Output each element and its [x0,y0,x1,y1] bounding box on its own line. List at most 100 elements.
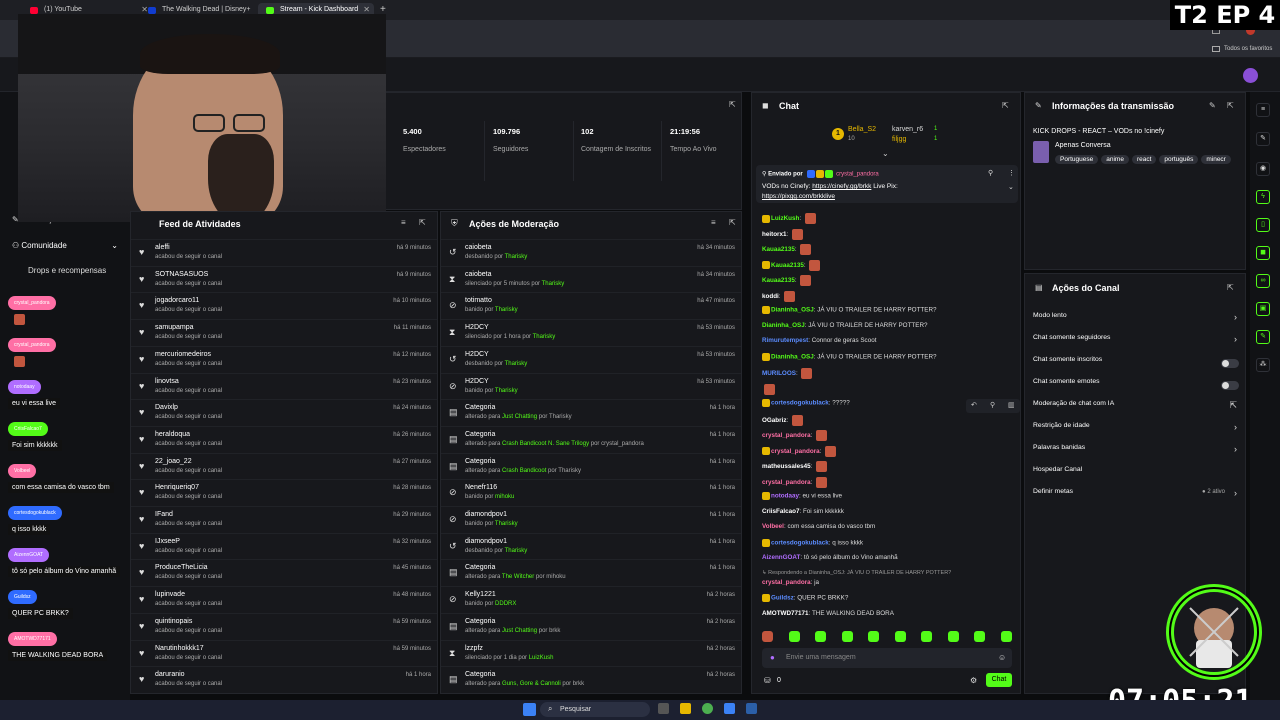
toggle-switch[interactable] [1221,359,1239,368]
moderator-name[interactable]: Tharisky [505,548,528,554]
emote-shortcut-icon[interactable] [868,631,879,642]
moderation-target[interactable]: Categoria [465,458,495,465]
follower-name[interactable]: aleffi [155,244,170,251]
external-link-icon[interactable]: ⇱ [419,218,426,227]
chrome-icon[interactable] [702,703,713,714]
channel-action-8[interactable]: Hospedar Canal [1033,466,1239,482]
follower-name[interactable]: ProduceTheLicia [155,564,208,571]
moderation-target[interactable]: Categoria [465,671,495,678]
chat-username[interactable]: heitorx1 [762,231,787,238]
edit-icon[interactable]: ✎ [1256,132,1270,146]
chat-username[interactable]: cortesdogokublack [771,400,829,407]
follower-name[interactable]: Davixlp [155,404,178,411]
chat-username[interactable]: Kauaa2135 [762,277,795,284]
channel-action-5[interactable]: Moderação de chat com IA ⇱ [1033,400,1239,416]
moderation-target[interactable]: H2DCY [465,351,489,358]
follower-name[interactable]: Narutinhokkk17 [155,645,204,652]
follower-name[interactable]: SOTNASASUOS [155,271,208,278]
channel-action-1[interactable]: Modo lento › [1033,312,1239,328]
moderation-target[interactable]: Nenefr116 [465,484,497,491]
menu-icon[interactable]: ≡ [1256,103,1270,117]
chat-username[interactable]: AizennGOAT [762,554,800,561]
follower-name[interactable]: mercuriomedeiros [155,351,211,358]
moderation-target[interactable]: Categoria [465,431,495,438]
pinned-user[interactable]: crystal_pandora [836,172,879,178]
tag-chip[interactable]: Portuguese [1055,155,1099,164]
moderator-name[interactable]: Tharisky [495,388,518,394]
chat-username[interactable]: Volbeel [762,523,784,530]
emote-shortcut-icon[interactable] [921,631,932,642]
moderation-target[interactable]: Categoria [465,564,495,571]
emote-shortcut-icon[interactable] [841,631,853,642]
chat-username[interactable]: LuizKush [771,215,799,222]
taskbar-search[interactable]: ⌕ Pesquisar [540,702,650,717]
avatar[interactable] [1243,68,1258,83]
moderation-target[interactable]: caiobeta [465,271,491,278]
category-name[interactable]: Just Chatting [502,628,537,634]
channel-action-9[interactable]: Definir metas › ● 2 ativo [1033,488,1239,504]
chat-username[interactable]: Kauaa2135 [762,246,795,253]
moderator-name[interactable]: Tharisky [533,334,556,340]
tag-chip[interactable]: minecr [1201,155,1231,164]
emote-shortcut-icon[interactable] [974,631,985,642]
chat-username[interactable]: Guildsz [771,595,794,602]
emote-shortcut-icon[interactable] [762,631,773,642]
pin-icon[interactable]: ⚲ [990,401,995,409]
moderator-name[interactable]: Tharisky [495,307,518,313]
chat-username[interactable]: MURILOOS [762,370,796,377]
chat-input[interactable]: ● Envie uma mensagem ☺ [762,648,1012,668]
moderation-target[interactable]: H2DCY [465,378,489,385]
follower-name[interactable]: daruranio [155,671,185,678]
document-icon[interactable]: ▯ [1256,218,1270,232]
channel-action-6[interactable]: Restrição de idade › [1033,422,1239,438]
category-name[interactable]: Guns, Gore & Cannoli [502,681,561,687]
chat-icon[interactable]: ◼ [1256,246,1270,260]
vscode-icon[interactable] [724,703,735,714]
channel-action-4[interactable]: Chat somente emotes [1033,378,1239,394]
moderation-target[interactable]: totimatto [465,297,492,304]
external-link-icon[interactable]: ⇱ [1227,101,1234,110]
tag-chip[interactable]: português [1159,155,1199,164]
chat-username[interactable]: matheussales45 [762,463,811,470]
emote-shortcut-icon[interactable] [947,631,959,642]
tag-chip[interactable]: react [1131,155,1157,164]
chat-username[interactable]: cortesdogokublack [771,539,829,546]
moderator-name[interactable]: Tharisky [495,521,518,527]
emote-shortcut-icon[interactable] [788,631,800,642]
gift-icon[interactable]: ▣ [1256,302,1270,316]
chat-username[interactable]: crystal_pandora [762,479,811,486]
expand-icon[interactable]: ⇱ [729,100,736,109]
follower-name[interactable]: samupampa [155,324,194,331]
edit-icon[interactable]: ✎ [1209,101,1216,110]
follower-name[interactable]: Henriqueriq07 [155,484,199,491]
follower-name[interactable]: linovtsa [155,378,179,385]
chat-username[interactable]: notodaay [771,493,799,500]
moderator-name[interactable]: mihoku [495,494,514,500]
channel-action-7[interactable]: Palavras banidas › [1033,444,1239,460]
follower-name[interactable]: IJxseeP [155,538,180,545]
category-name[interactable]: Crash Bandicoot [502,468,546,474]
moderator-name[interactable]: Tharisky [505,361,528,367]
moderator-name[interactable]: DDDRX [495,601,516,607]
all-bookmarks[interactable]: Todos os favoritos [1224,46,1272,52]
reply-icon[interactable]: ↶ [971,401,977,409]
pinned-link[interactable]: https://pixgg.com/brkklive [762,193,835,200]
moderator-name[interactable]: Tharisky [542,281,565,287]
chat-username[interactable]: Dianinha_OSJ [771,307,814,314]
chat-username[interactable]: Dianinha_OSJ [762,322,805,329]
moderator-name[interactable]: Tharisky [505,254,528,260]
pinned-link[interactable]: https://cinefy.gg/brkk [812,183,871,190]
moderation-target[interactable]: Categoria [465,404,495,411]
collapse-icon[interactable]: ⌄ [1008,183,1014,191]
file-explorer-icon[interactable] [680,703,691,714]
windows-start-icon[interactable] [523,703,536,716]
chat-username[interactable]: crystal_pandora [771,448,820,455]
camera-icon[interactable]: ◉ [1256,162,1270,176]
emote-shortcut-icon[interactable] [894,631,906,642]
toggle-switch[interactable] [1221,381,1239,390]
moderation-target[interactable]: Categoria [465,618,495,625]
trash-icon[interactable]: ▥ [1008,401,1015,409]
moderation-target[interactable]: diamondpov1 [465,538,507,545]
moderation-target[interactable]: H2DCY [465,324,489,331]
follower-name[interactable]: jogadorcaro11 [155,297,199,304]
